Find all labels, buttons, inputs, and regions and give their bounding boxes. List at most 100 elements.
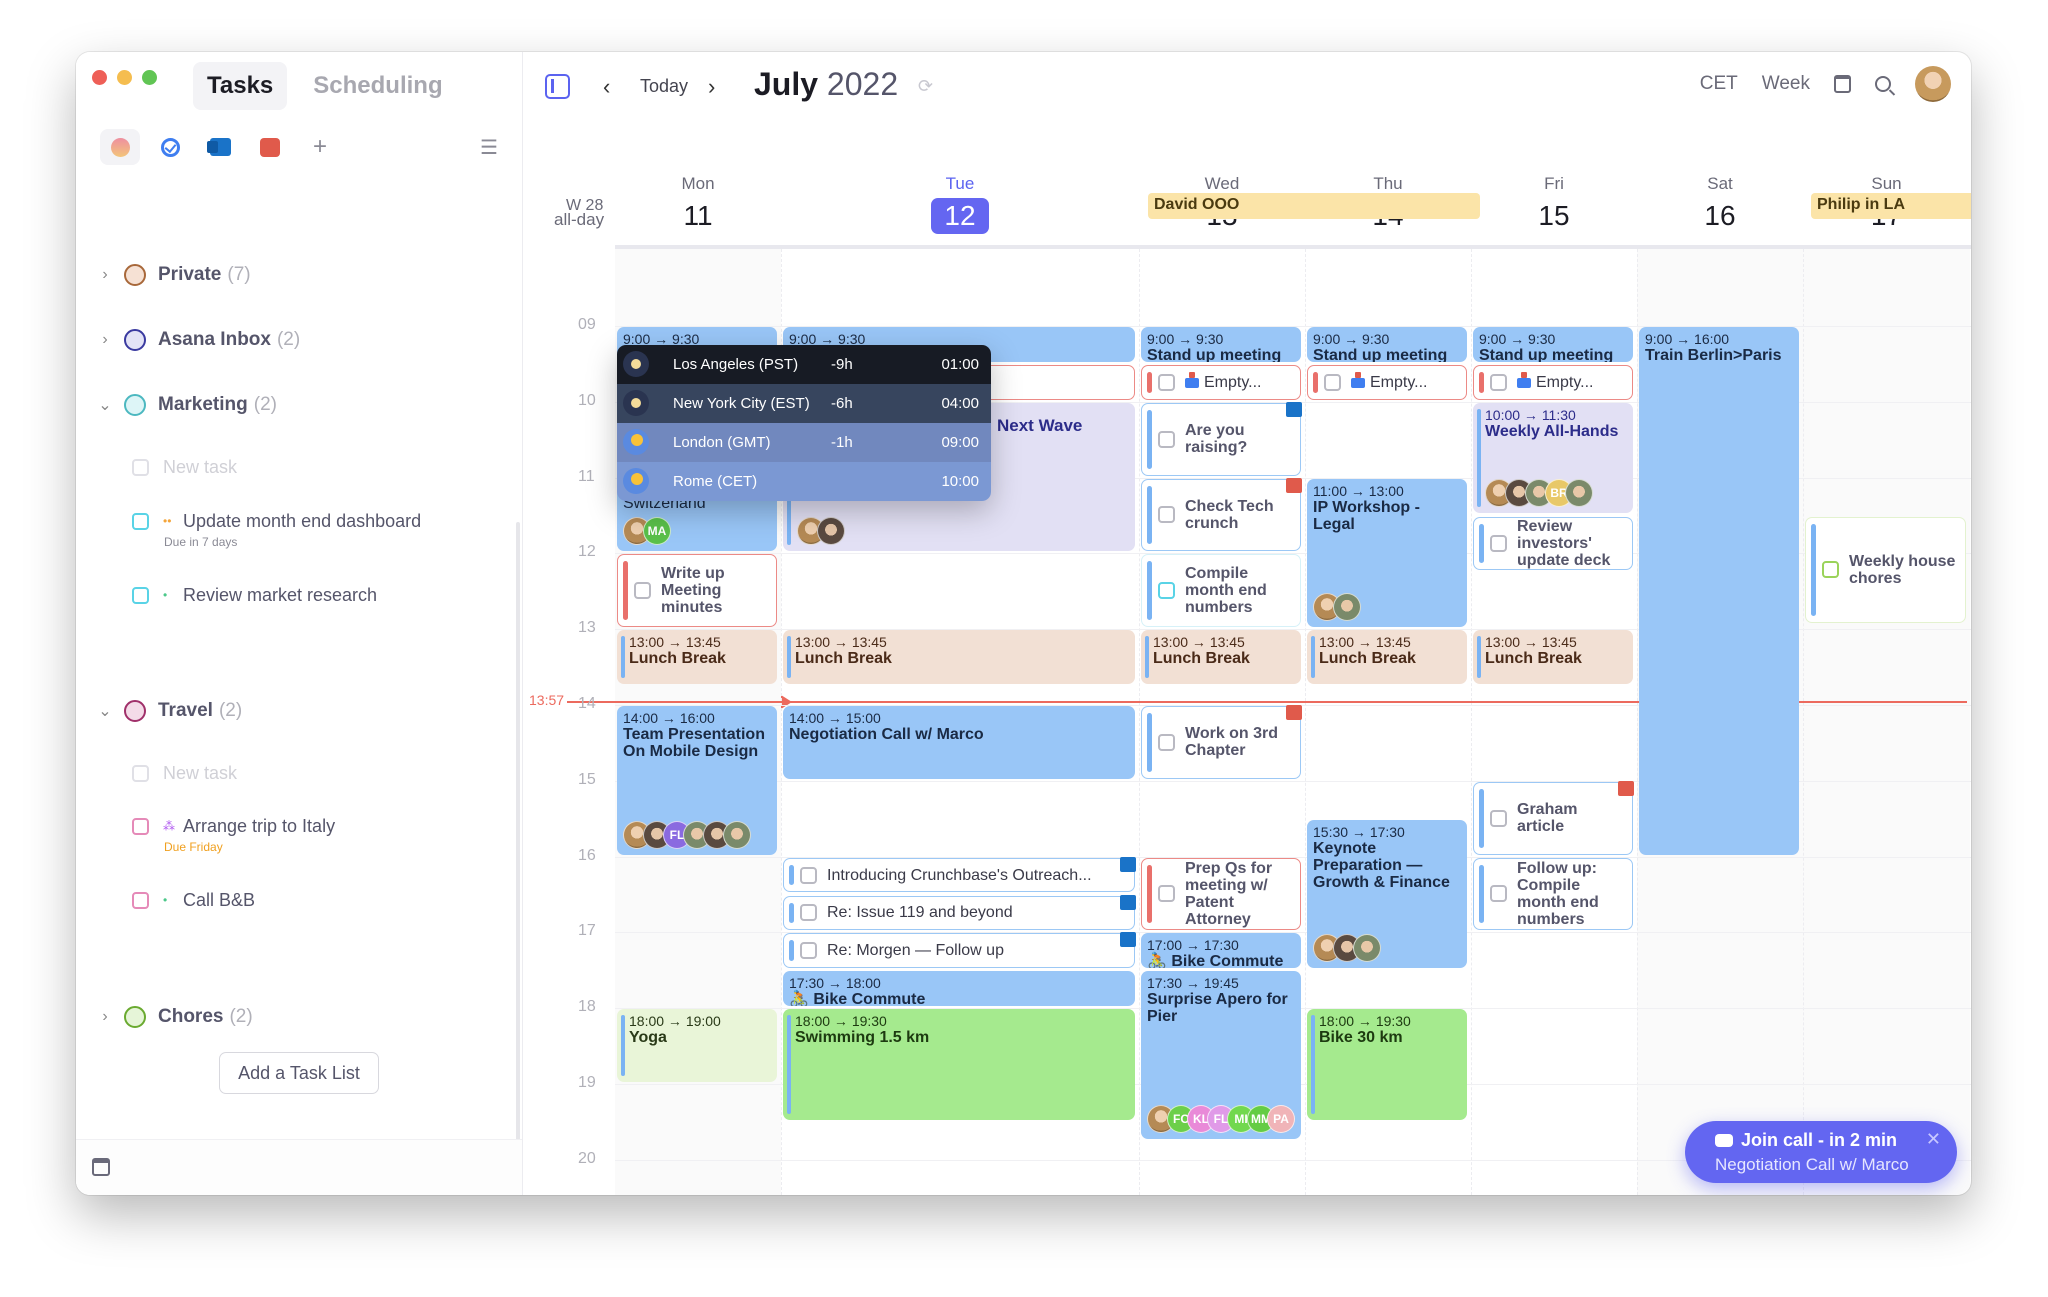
event-negotiation-call[interactable]: 14:00 → 15:00 Negotiation Call w/ Marco: [783, 706, 1135, 779]
chevron-right-icon[interactable]: ›: [708, 74, 715, 100]
integration-morgen[interactable]: [100, 129, 140, 165]
close-icon[interactable]: ✕: [1926, 1129, 1941, 1150]
task-list-marketing[interactable]: ⌄ Marketing (2): [96, 388, 277, 422]
task-checkbox[interactable]: [1490, 534, 1507, 552]
task-morgen-follow-up[interactable]: Re: Morgen — Follow up: [783, 932, 1136, 969]
today-button[interactable]: Today: [640, 76, 688, 97]
event-bike-30km[interactable]: 18:00 → 19:30 Bike 30 km: [1307, 1009, 1467, 1120]
task-list-private[interactable]: › Private (7): [96, 258, 251, 292]
task-checkbox[interactable]: [1158, 885, 1175, 903]
calendar-list-icon[interactable]: [1834, 75, 1851, 93]
event-yoga[interactable]: 18:00 → 19:00 Yoga: [617, 1009, 777, 1082]
sync-icon[interactable]: ⟳: [918, 76, 933, 97]
user-avatar[interactable]: [1915, 66, 1951, 102]
all-day-event[interactable]: David OOO: [1148, 193, 1480, 219]
zoom-window-button[interactable]: [142, 70, 157, 85]
task-checkbox[interactable]: [1158, 373, 1175, 391]
integration-google-tasks[interactable]: [150, 129, 190, 165]
task-item[interactable]: • Call B&B: [132, 890, 255, 911]
add-task-list-button[interactable]: Add a Task List: [219, 1052, 379, 1094]
join-call-toast[interactable]: Join call - in 2 min Negotiation Call w/…: [1685, 1121, 1957, 1183]
event-stand-up-meeting[interactable]: 9:00 → 9:30 Stand up meeting: [1473, 327, 1633, 362]
task-item[interactable]: •• Update month end dashboard Due in 7 d…: [132, 511, 421, 549]
event-lunch-break[interactable]: 13:00 → 13:45 Lunch Break: [783, 630, 1135, 685]
task-checkbox[interactable]: [1490, 809, 1507, 827]
task-weekly-house-chores[interactable]: Weekly house chores: [1805, 516, 1966, 624]
event-stand-up-meeting[interactable]: 9:00 → 9:30 Stand up meeting: [1141, 327, 1301, 362]
task-inbox-empty[interactable]: Empty...: [1141, 364, 1301, 400]
search-icon[interactable]: [1875, 76, 1891, 92]
task-checkbox[interactable]: [132, 513, 149, 530]
task-checkbox[interactable]: [1158, 733, 1175, 751]
task-compile-month-end[interactable]: Compile month end numbers: [1141, 554, 1301, 628]
all-day-event[interactable]: Philip in LA: [1811, 193, 1971, 219]
task-checkbox[interactable]: [1324, 373, 1341, 391]
integration-todoist[interactable]: [250, 129, 290, 165]
timezone-button[interactable]: CET: [1700, 73, 1738, 95]
task-list-asana-inbox[interactable]: › Asana Inbox (2): [96, 323, 300, 357]
event-weekly-all-hands[interactable]: 10:00 → 11:30 Weekly All-Hands BR: [1473, 402, 1633, 514]
task-checkbox[interactable]: [800, 904, 817, 922]
task-checkbox[interactable]: [132, 892, 149, 909]
task-checkbox[interactable]: [800, 866, 817, 884]
event-stand-up-meeting[interactable]: 9:00 → 9:30 Stand up meeting: [1307, 327, 1467, 362]
calendar-icon[interactable]: [92, 1158, 110, 1176]
event-title: Weekly All-Hands: [1485, 422, 1619, 440]
event-bike-commute[interactable]: 17:30 → 18:00 🚴 Bike Commute: [783, 971, 1135, 1007]
sidebar-toggle-icon[interactable]: [545, 74, 570, 99]
task-write-up-meeting-minutes[interactable]: Write up Meeting minutes: [617, 554, 777, 628]
task-inbox-empty[interactable]: Empty...: [1307, 364, 1467, 400]
task-checkbox[interactable]: [1490, 885, 1507, 903]
new-task-input[interactable]: New task: [132, 457, 237, 478]
event-lunch-break[interactable]: 13:00 → 13:45 Lunch Break: [617, 630, 777, 685]
close-window-button[interactable]: [92, 70, 107, 85]
timezone-row[interactable]: New York City (EST) -6h 04:00: [617, 383, 991, 423]
task-graham-article[interactable]: Graham article: [1473, 780, 1634, 855]
event-keynote-preparation[interactable]: 15:30 → 17:30 Keynote Preparation — Grow…: [1307, 819, 1467, 969]
task-are-you-raising[interactable]: Are you raising?: [1141, 401, 1302, 476]
task-check-tech-crunch[interactable]: Check Tech crunch: [1141, 477, 1302, 552]
task-checkbox[interactable]: [132, 818, 149, 835]
event-train-berlin-paris[interactable]: 9:00 → 16:00 Train Berlin>Paris: [1639, 327, 1799, 855]
task-follow-up-compile[interactable]: Follow up: Compile month end numbers: [1473, 857, 1633, 931]
task-work-on-3rd-chapter[interactable]: Work on 3rd Chapter: [1141, 705, 1302, 779]
event-lunch-break[interactable]: 13:00 → 13:45 Lunch Break: [1307, 630, 1467, 685]
event-lunch-break[interactable]: 13:00 → 13:45 Lunch Break: [1473, 630, 1633, 685]
task-checkbox[interactable]: [1158, 506, 1175, 524]
task-item[interactable]: • Review market research: [132, 585, 377, 606]
view-selector[interactable]: Week: [1762, 73, 1810, 95]
timezone-row[interactable]: London (GMT) -1h 09:00: [617, 422, 991, 462]
timezone-row[interactable]: Rome (CET) 10:00: [617, 461, 991, 501]
chevron-left-icon[interactable]: ‹: [603, 74, 610, 100]
new-task-input[interactable]: New task: [132, 763, 237, 784]
task-checkbox[interactable]: [1822, 561, 1839, 579]
event-bike-commute[interactable]: 17:00 → 17:30 🚴 Bike Commute: [1141, 933, 1301, 969]
event-swimming[interactable]: 18:00 → 19:30 Swimming 1.5 km: [783, 1009, 1135, 1120]
task-issue-119[interactable]: Re: Issue 119 and beyond: [783, 894, 1136, 931]
integration-outlook[interactable]: [200, 129, 240, 165]
task-crunchbase-email[interactable]: Introducing Crunchbase's Outreach...: [783, 856, 1136, 893]
task-checkbox[interactable]: [800, 942, 817, 960]
task-list-chores[interactable]: › Chores (2): [96, 1000, 253, 1034]
task-checkbox[interactable]: [1490, 373, 1507, 391]
checklist-icon[interactable]: ☰: [480, 135, 498, 160]
event-lunch-break[interactable]: 13:00 → 13:45 Lunch Break: [1141, 630, 1301, 685]
task-checkbox[interactable]: [634, 582, 651, 600]
tab-scheduling[interactable]: Scheduling: [299, 62, 456, 110]
task-item[interactable]: ⁂ Arrange trip to Italy Due Friday: [132, 816, 335, 854]
task-inbox-empty[interactable]: Empty...: [1473, 364, 1633, 400]
tab-tasks[interactable]: Tasks: [193, 62, 288, 110]
task-list-travel[interactable]: ⌄ Travel (2): [96, 694, 242, 728]
event-team-presentation[interactable]: 14:00 → 16:00 Team Presentation On Mobil…: [617, 706, 777, 855]
sidebar-scrollbar[interactable]: [516, 522, 520, 1142]
task-checkbox[interactable]: [1158, 582, 1175, 600]
minimize-window-button[interactable]: [117, 70, 132, 85]
task-checkbox[interactable]: [132, 587, 149, 604]
task-checkbox[interactable]: [1158, 430, 1175, 448]
timezone-row[interactable]: Los Angeles (PST) -9h 01:00: [617, 344, 991, 384]
event-ip-workshop[interactable]: 11:00 → 13:00 IP Workshop - Legal: [1307, 478, 1467, 628]
task-review-investors-deck[interactable]: Review investors' update deck: [1473, 516, 1633, 571]
task-prep-qs-patent-attorney[interactable]: Prep Qs for meeting w/ Patent Attorney: [1141, 857, 1301, 931]
add-integration-button[interactable]: +: [300, 129, 340, 165]
event-surprise-apero[interactable]: 17:30 → 19:45 Surprise Apero for Pier FC…: [1141, 971, 1301, 1139]
